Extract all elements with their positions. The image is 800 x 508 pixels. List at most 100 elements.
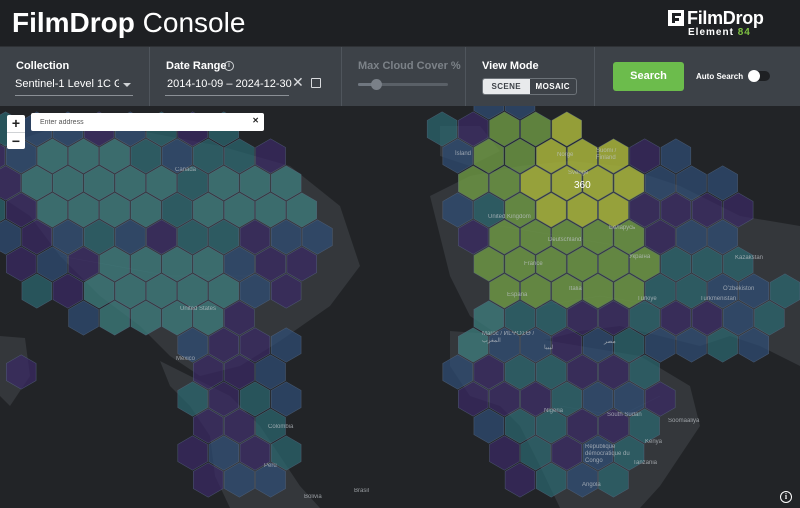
map-view[interactable]: Canada Ísland Norge Suomi / Finland Sver…	[0, 106, 800, 508]
scene-hex-cell[interactable]	[146, 165, 177, 201]
scene-hex-cell[interactable]	[473, 354, 505, 390]
scene-hex-cell[interactable]	[83, 219, 115, 255]
scene-hex-cell[interactable]	[691, 192, 723, 228]
scene-hex-cell[interactable]	[224, 462, 255, 498]
scene-hex-cell[interactable]	[691, 246, 723, 282]
scene-hex-cell[interactable]	[629, 138, 660, 174]
scene-hex-cell[interactable]	[193, 408, 224, 444]
address-clear-icon[interactable]: ✕	[252, 116, 259, 125]
scene-hex-cell[interactable]	[99, 138, 130, 174]
scene-hex-cell[interactable]	[723, 246, 754, 282]
scene-hex-cell[interactable]	[769, 273, 800, 309]
address-input[interactable]	[31, 113, 246, 131]
scene-hex-cell[interactable]	[224, 354, 255, 390]
scene-hex-cell[interactable]	[489, 435, 520, 471]
scene-hex-cell[interactable]	[691, 300, 723, 336]
scene-hex-cell[interactable]	[489, 111, 520, 147]
scene-hex-cell[interactable]	[567, 192, 598, 228]
scene-hex-cell[interactable]	[551, 327, 583, 363]
scene-hex-cell[interactable]	[598, 462, 629, 498]
scene-hex-cell[interactable]	[473, 246, 505, 282]
scene-hex-cell[interactable]	[208, 435, 239, 471]
scene-hex-cell[interactable]	[146, 273, 177, 309]
scene-hex-cell[interactable]	[567, 354, 598, 390]
scene-hex-cell[interactable]	[754, 300, 785, 336]
scene-hex-cell[interactable]	[99, 300, 130, 336]
scene-hex-cell[interactable]	[645, 381, 676, 417]
scene-hex-cell[interactable]	[660, 246, 692, 282]
date-range-input[interactable]: 2014-10-09 – 2024-12-30	[165, 78, 292, 96]
scene-hex-cell[interactable]	[660, 300, 692, 336]
scene-hex-cell[interactable]	[567, 408, 598, 444]
scene-hex-cell[interactable]	[161, 246, 193, 282]
scene-hex-cell[interactable]	[270, 219, 302, 255]
scene-hex-cell[interactable]	[239, 273, 271, 309]
scene-hex-cell[interactable]	[598, 246, 629, 282]
scene-hex-cell[interactable]	[6, 354, 37, 390]
scene-hex-cell[interactable]	[177, 381, 208, 417]
scene-hex-cell[interactable]	[255, 138, 286, 174]
scene-hex-cell[interactable]	[629, 300, 660, 336]
scene-hex-cell[interactable]	[21, 165, 53, 201]
scene-hex-cell[interactable]	[115, 273, 146, 309]
scene-hex-cell[interactable]	[21, 273, 53, 309]
scene-hex-cell[interactable]	[224, 246, 255, 282]
scene-hex-cell[interactable]	[457, 381, 489, 417]
scene-hex-cell[interactable]	[6, 192, 37, 228]
scene-hex-cell[interactable]	[473, 138, 505, 174]
scene-hex-cell[interactable]	[473, 408, 505, 444]
scene-hex-cell[interactable]	[520, 273, 551, 309]
scene-hex-cell[interactable]	[613, 327, 645, 363]
scene-hex-cell[interactable]	[208, 327, 239, 363]
scene-hex-cell[interactable]	[489, 273, 520, 309]
auto-search-toggle[interactable]	[748, 70, 770, 82]
scene-hex-cell[interactable]	[208, 381, 239, 417]
scene-hex-cell[interactable]	[286, 246, 318, 282]
scene-hex-cell[interactable]	[598, 354, 629, 390]
scene-hex-cell[interactable]	[286, 192, 318, 228]
scene-hex-cell[interactable]	[504, 408, 536, 444]
scene-hex-cell[interactable]	[707, 165, 738, 201]
scene-hex-cell[interactable]	[598, 192, 629, 228]
cluster-count[interactable]: 360	[574, 180, 591, 191]
scene-hex-cell[interactable]	[567, 300, 598, 336]
scene-hex-cell[interactable]	[660, 192, 692, 228]
scene-hex-cell[interactable]	[723, 192, 754, 228]
scene-hex-cell[interactable]	[302, 219, 333, 255]
scene-hex-cell[interactable]	[224, 300, 255, 336]
cloud-cover-slider-thumb[interactable]	[371, 79, 382, 90]
scene-hex-cell[interactable]	[489, 381, 520, 417]
scene-hex-cell[interactable]	[115, 219, 146, 255]
scene-hex-cell[interactable]	[442, 354, 473, 390]
scene-hex-cell[interactable]	[130, 192, 162, 228]
scene-hex-cell[interactable]	[177, 435, 208, 471]
scene-hex-cell[interactable]	[193, 192, 224, 228]
scene-hex-cell[interactable]	[52, 219, 84, 255]
scene-hex-cell[interactable]	[457, 111, 489, 147]
scene-hex-cell[interactable]	[99, 192, 130, 228]
scene-hex-cell[interactable]	[193, 138, 224, 174]
scene-hex-cell[interactable]	[520, 219, 551, 255]
scene-hex-cell[interactable]	[629, 192, 660, 228]
scene-hex-cell[interactable]	[161, 192, 193, 228]
scene-hex-cell[interactable]	[6, 246, 37, 282]
scene-hex-cell[interactable]	[473, 192, 505, 228]
scene-hex-cell[interactable]	[520, 165, 551, 201]
scene-hex-cell[interactable]	[489, 165, 520, 201]
scene-hex-cell[interactable]	[457, 165, 489, 201]
scene-hex-cell[interactable]	[52, 165, 84, 201]
scene-hex-cell[interactable]	[68, 138, 99, 174]
scene-hex-cell[interactable]	[645, 273, 676, 309]
scene-hex-cell[interactable]	[208, 273, 239, 309]
scene-hex-cell[interactable]	[37, 192, 68, 228]
scene-hex-cell[interactable]	[738, 327, 770, 363]
scene-hex-cell[interactable]	[255, 246, 286, 282]
scene-hex-cell[interactable]	[535, 354, 567, 390]
scene-hex-cell[interactable]	[146, 219, 177, 255]
scene-hex-cell[interactable]	[567, 462, 598, 498]
scene-hex-cell[interactable]	[239, 165, 271, 201]
scene-hex-cell[interactable]	[239, 327, 271, 363]
scene-hex-cell[interactable]	[535, 192, 567, 228]
date-range-checkbox[interactable]	[311, 78, 321, 88]
scene-hex-cell[interactable]	[83, 273, 115, 309]
